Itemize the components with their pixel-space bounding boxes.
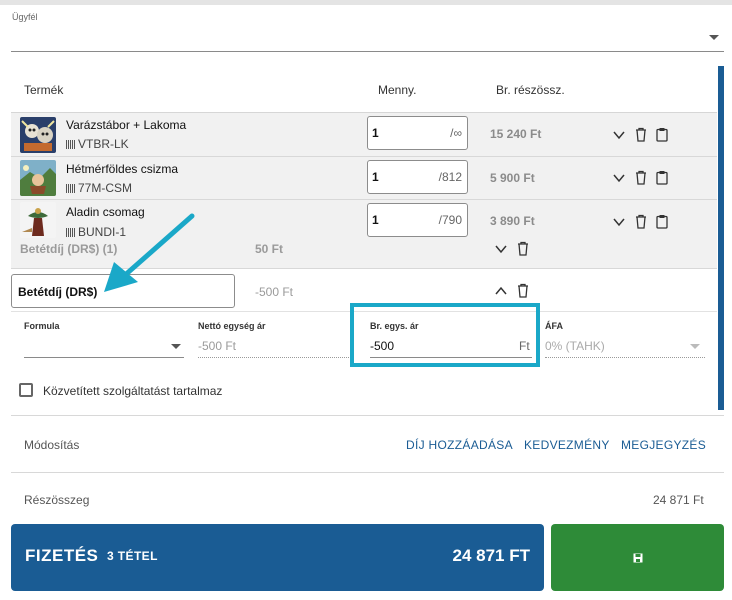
modifiers-label: Módosítás (24, 438, 80, 452)
chevron-down-icon[interactable] (612, 171, 626, 185)
annotation-arrow (104, 213, 195, 292)
formula-underline (24, 357, 184, 358)
vat-select[interactable]: 0% (TAHK) (545, 339, 605, 353)
product-image (20, 117, 56, 153)
vat-label: ÁFA (545, 321, 563, 331)
net-price-value: -500 Ft (198, 339, 237, 353)
item-price: 15 240 Ft (490, 127, 542, 141)
chevron-down-icon[interactable] (494, 242, 508, 256)
scrollbar[interactable] (718, 66, 724, 410)
chevron-down-icon[interactable] (612, 128, 626, 142)
section-divider (11, 472, 724, 473)
highlight-box (350, 303, 540, 367)
formula-select[interactable] (24, 334, 184, 358)
barcode-icon (66, 183, 75, 193)
subtotal-value: 24 871 Ft (653, 493, 704, 507)
item-price: 5 900 Ft (490, 171, 535, 185)
save-icon (633, 553, 642, 562)
top-border (0, 0, 732, 5)
net-price-label: Nettó egység ár (198, 321, 266, 331)
product-name: Varázstábor + Lakoma (66, 118, 187, 132)
vat-dropdown-icon[interactable] (690, 344, 700, 349)
clipboard-icon[interactable] (655, 170, 669, 185)
deposit-edit-price: -500 Ft (255, 285, 294, 299)
discount-button[interactable]: KEDVEZMÉNY (524, 438, 610, 452)
quantity-input[interactable]: 1/∞ (367, 116, 468, 150)
header-product: Termék (24, 83, 64, 97)
product-image (20, 202, 56, 238)
header-quantity: Menny. (378, 83, 417, 97)
subtotal-label: Részösszeg (24, 493, 90, 507)
section-divider (11, 415, 724, 416)
payment-label: FIZETÉS (25, 546, 99, 565)
trash-icon[interactable] (516, 241, 530, 256)
payment-button[interactable]: FIZETÉS 3 TÉTEL 24 871 FT (11, 524, 544, 591)
save-button[interactable] (551, 524, 724, 591)
net-price-underline (198, 357, 353, 358)
chevron-up-icon[interactable] (494, 284, 508, 298)
quantity-input[interactable]: 1/812 (367, 160, 468, 194)
product-code: VTBR-LK (66, 137, 129, 151)
chevron-down-icon[interactable] (612, 215, 626, 229)
trash-icon[interactable] (634, 214, 648, 229)
deposit-price: 50 Ft (255, 242, 284, 256)
product-name: Hétmérföldes csizma (66, 162, 179, 176)
customer-select[interactable] (11, 26, 724, 52)
checkbox-label: Közvetített szolgáltatást tartalmaz (43, 384, 223, 398)
vat-underline (545, 357, 705, 358)
item-price: 3 890 Ft (490, 214, 535, 228)
customer-underline (11, 51, 724, 52)
product-image (20, 160, 56, 196)
trash-icon[interactable] (634, 127, 648, 142)
barcode-icon (66, 139, 75, 149)
clipboard-icon[interactable] (655, 127, 669, 142)
formula-label: Formula (24, 321, 60, 331)
note-button[interactable]: MEGJEGYZÉS (621, 438, 706, 452)
trash-icon[interactable] (634, 170, 648, 185)
header-subtotal: Br. részössz. (496, 83, 565, 97)
intermediated-service-checkbox[interactable] (19, 383, 33, 397)
customer-dropdown-icon[interactable] (709, 35, 719, 40)
payment-total: 24 871 FT (452, 546, 531, 565)
clipboard-icon[interactable] (655, 214, 669, 229)
product-code: 77M-CSM (66, 181, 132, 195)
barcode-icon (66, 227, 75, 237)
trash-icon[interactable] (516, 283, 530, 298)
quantity-input[interactable]: 1/790 (367, 203, 468, 237)
formula-dropdown-icon[interactable] (171, 344, 181, 349)
add-fee-button[interactable]: DÍJ HOZZÁADÁSA (406, 438, 513, 452)
item-count: 3 TÉTEL (107, 549, 158, 563)
customer-label: Ügyfél (12, 12, 38, 22)
